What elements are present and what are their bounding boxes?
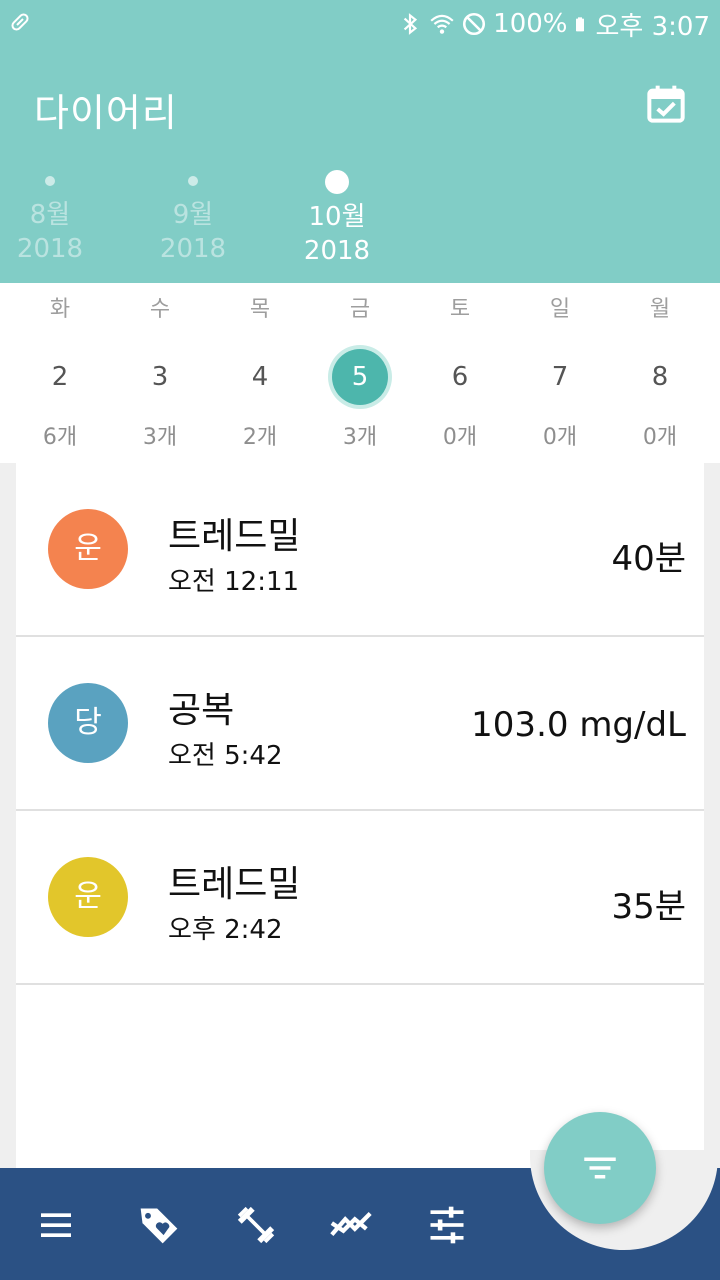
week-strip: 화 2 6개 수 3 3개 목 4 2개 금 5 3개 토 6 0개 일 7 0… xyxy=(0,283,720,463)
list-item[interactable]: 운 트레드밀 오전 12:11 40분 xyxy=(16,463,704,637)
menu-button[interactable] xyxy=(33,1202,79,1248)
weekday-label: 수 xyxy=(149,297,171,322)
diary-entry-list: 운 트레드밀 오전 12:11 40분 당 공복 오전 5:42 103.0 m… xyxy=(16,463,704,1168)
month-item-aug[interactable]: 8월 2018 xyxy=(0,166,100,266)
entry-time: 오후 2:42 xyxy=(168,915,283,945)
battery-icon xyxy=(575,17,584,32)
entry-name: 트레드밀 xyxy=(168,516,301,557)
entry-count: 3개 xyxy=(142,425,178,450)
trend-icon xyxy=(330,1212,372,1236)
entry-type-badge: 운 xyxy=(48,857,128,937)
page-title: 다이어리 xyxy=(34,91,178,135)
day-number: 4 xyxy=(251,362,269,392)
day-column[interactable]: 일 7 0개 xyxy=(510,283,610,451)
filter-button[interactable] xyxy=(544,1112,656,1224)
settings-button[interactable] xyxy=(424,1202,470,1248)
entry-name: 공복 xyxy=(168,690,235,731)
filter-icon xyxy=(584,1157,616,1179)
month-dot xyxy=(45,176,55,186)
dumbbell-icon xyxy=(237,1206,275,1244)
day-column-selected[interactable]: 금 5 3개 xyxy=(310,283,410,451)
weekday-label: 월 xyxy=(649,297,671,322)
month-dot xyxy=(325,170,349,194)
day-number: 8 xyxy=(651,362,669,392)
weekday-label: 금 xyxy=(349,297,371,322)
month-year: 2018 xyxy=(159,234,227,264)
entry-count: 2개 xyxy=(242,425,278,450)
weekday-label: 화 xyxy=(49,297,71,322)
entry-value: 35분 xyxy=(611,887,686,927)
entry-count: 0개 xyxy=(442,425,478,450)
day-column[interactable]: 목 4 2개 xyxy=(210,283,310,451)
entry-name: 트레드밀 xyxy=(168,864,301,905)
do-not-disturb-icon xyxy=(463,12,486,36)
day-column[interactable]: 수 3 3개 xyxy=(110,283,210,451)
entry-count: 6개 xyxy=(42,425,78,450)
weekday-label: 토 xyxy=(449,297,471,322)
status-time: 오후 3:07 xyxy=(595,11,711,42)
exercise-button[interactable] xyxy=(233,1202,279,1248)
day-number: 7 xyxy=(551,362,569,392)
day-number: 3 xyxy=(151,362,169,392)
battery-percent: 100% xyxy=(493,9,568,39)
entry-type-badge: 당 xyxy=(48,683,128,763)
status-bar: 100% 오후 3:07 xyxy=(0,0,720,48)
list-item[interactable]: 운 트레드밀 오후 2:42 35분 xyxy=(16,811,704,985)
entry-count: 3개 xyxy=(342,425,378,450)
weekday-label: 목 xyxy=(249,297,271,322)
month-label: 9월 xyxy=(172,200,214,230)
day-column[interactable]: 토 6 0개 xyxy=(410,283,510,451)
day-number: 2 xyxy=(51,362,69,392)
sliders-icon xyxy=(430,1206,464,1244)
bluetooth-icon xyxy=(404,13,418,35)
month-label: 8월 xyxy=(29,200,71,230)
month-dot xyxy=(188,176,198,186)
entry-value: 40분 xyxy=(611,539,686,579)
day-number: 5 xyxy=(332,349,388,405)
list-item[interactable]: 당 공복 오전 5:42 103.0 mg/dL xyxy=(16,637,704,811)
entry-time: 오전 12:11 xyxy=(168,567,300,597)
month-year: 2018 xyxy=(16,234,84,264)
trend-button[interactable] xyxy=(328,1202,374,1248)
day-column[interactable]: 월 8 0개 xyxy=(610,283,710,451)
month-item-sep[interactable]: 9월 2018 xyxy=(143,166,243,266)
entry-value: 103.0 mg/dL xyxy=(471,705,686,745)
month-item-oct[interactable]: 10월 2018 xyxy=(287,166,387,268)
entry-type-badge: 운 xyxy=(48,509,128,589)
menu-icon xyxy=(41,1213,71,1237)
tag-heart-icon xyxy=(140,1208,178,1244)
day-column[interactable]: 화 2 6개 xyxy=(10,283,110,451)
pill-icon xyxy=(11,13,29,31)
month-year: 2018 xyxy=(303,236,371,266)
wifi-icon xyxy=(430,14,454,34)
app-header: 다이어리 8월 2018 9월 2018 10월 2018 xyxy=(0,48,720,283)
month-label: 10월 xyxy=(308,202,366,232)
calendar-check-icon[interactable] xyxy=(646,84,686,124)
entry-count: 0개 xyxy=(642,425,678,450)
entry-time: 오전 5:42 xyxy=(168,741,283,771)
tag-button[interactable] xyxy=(136,1202,182,1248)
day-number: 6 xyxy=(451,362,469,392)
entry-count: 0개 xyxy=(542,425,578,450)
month-selector: 8월 2018 9월 2018 10월 2018 xyxy=(0,166,720,276)
weekday-label: 일 xyxy=(549,297,571,322)
